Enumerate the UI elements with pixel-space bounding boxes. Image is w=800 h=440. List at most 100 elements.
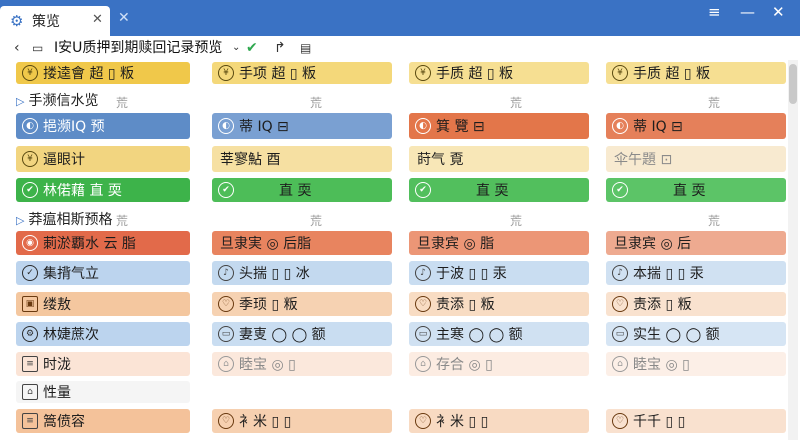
heart-icon: ♡ [612, 296, 628, 312]
cell[interactable]: ▭ 妻叓 ◯ ◯ 额 [212, 322, 392, 346]
check-icon: ✔ [22, 182, 38, 198]
cell[interactable]: ◐ 箕 覽 ⊟ [409, 113, 589, 139]
tab-active[interactable]: ⚙ 策览 ✕ [0, 6, 110, 36]
cell[interactable]: 莘寥鮎 酉 [212, 146, 392, 172]
bell-icon: ♪ [218, 265, 234, 281]
cell[interactable]: ♪ 于波 ▯ ▯ 汞 [409, 261, 589, 285]
cell[interactable]: ✔ 直 耎 [212, 178, 392, 202]
close-tab-icon[interactable]: ✕ [92, 12, 103, 27]
menu-icon[interactable]: ≡ [708, 4, 721, 20]
cell[interactable]: 旦隶宾 ◎ 后 [606, 231, 786, 255]
cell[interactable]: ✔ 林偌藉 直 耎 [16, 178, 190, 202]
cell[interactable]: ♡ 季顼 ▯ 粄 [212, 292, 392, 316]
tab-title: 策览 [32, 14, 60, 30]
cell[interactable]: ¥ 手质 超 ▯ 粄 [409, 62, 589, 84]
table-row: ≡ 篙偾容 ♡ 衤米 ▯ ▯ ♡ 衤米 ▯ ▯ ♡ 千千 ▯ ▯ [16, 409, 786, 433]
cell[interactable]: ◉ 莿淤覇水 云 脂 [16, 231, 190, 255]
building-icon: ⌂ [22, 384, 38, 400]
heart-icon: ♡ [612, 413, 628, 429]
cell[interactable]: ✔ 直 耎 [409, 178, 589, 202]
check-circle-icon: ✓ [22, 265, 38, 281]
coin-icon: ¥ [218, 65, 234, 81]
minimize-icon[interactable]: — [740, 4, 755, 20]
share-icon[interactable]: ↱ [274, 39, 286, 57]
cell[interactable]: ⌂ 存合 ◎ ▯ [409, 352, 589, 376]
cell[interactable]: ¥ 手项 超 ▯ 粄 [212, 62, 392, 84]
table-row: ✔ 林偌藉 直 耎 ✔ 直 耎 ✔ 直 耎 ✔ 直 耎 [16, 178, 786, 202]
heart-icon: ♡ [218, 296, 234, 312]
check-icon: ✔ [218, 182, 234, 198]
shield-icon: ◐ [22, 118, 38, 134]
vertical-scrollbar[interactable] [788, 60, 798, 440]
dropdown-icon[interactable]: ⌄ [232, 39, 240, 57]
coin-icon: ¥ [612, 65, 628, 81]
expand-icon[interactable]: ▷ [16, 95, 24, 108]
folder-icon: ▭ [415, 326, 431, 342]
cell[interactable]: ▭ 实生 ◯ ◯ 额 [606, 322, 786, 346]
cell[interactable]: ◐ 蒂 IQ ⊟ [606, 113, 786, 139]
shield-icon: ◐ [612, 118, 628, 134]
table-row: ≡ 时泷 ⌂ 睦宝 ◎ ▯ ⌂ 存合 ◎ ▯ ⌂ 睦宝 ◎ ▯ [16, 352, 786, 376]
cell[interactable]: 伞午題 ⊡ [606, 146, 786, 172]
expand-icon[interactable]: ▷ [16, 214, 24, 227]
check-icon[interactable]: ✔ [246, 39, 258, 57]
close-window-icon[interactable]: ✕ [772, 4, 785, 20]
folder-icon: ▭ [612, 326, 628, 342]
table-row: ⌂ 性量 [16, 381, 786, 403]
coin-icon: ¥ [22, 151, 38, 167]
cell[interactable]: ≡ 时泷 [16, 352, 190, 376]
cell[interactable]: ▭ 主寒 ◯ ◯ 额 [409, 322, 589, 346]
table-row: ▣ 缕敖 ♡ 季顼 ▯ 粄 ♡ 责添 ▯ 粄 ♡ 责添 ▯ 粄 [16, 292, 786, 316]
export-icon[interactable]: ▤ [300, 39, 311, 57]
cell[interactable]: ¥ 搂逵會 超 ▯ 粄 [16, 62, 190, 84]
cell[interactable]: ◐ 蒂 IQ ⊟ [212, 113, 392, 139]
page-title: I安U质押到期赎回记录预览 [54, 40, 223, 56]
cell[interactable]: ♡ 千千 ▯ ▯ [606, 409, 786, 433]
table-row: ⚙ 林婕蔗次 ▭ 妻叓 ◯ ◯ 额 ▭ 主寒 ◯ ◯ 额 ▭ 实生 ◯ ◯ 额 [16, 322, 786, 346]
folder-icon: ▭ [218, 326, 234, 342]
table-row: ✓ 集揹气立 ♪ 头揣 ▯ ▯ 冰 ♪ 于波 ▯ ▯ 汞 ♪ 本揣 ▯ ▯ 汞 [16, 261, 786, 285]
document-icon: ≡ [22, 413, 38, 429]
cell[interactable]: ¥ 逼眼计 [16, 146, 190, 172]
window-titlebar: ⚙ 策览 ✕ ✕ ≡ — ✕ [0, 0, 800, 36]
scrollbar-thumb[interactable] [789, 64, 797, 104]
cell[interactable]: ♪ 本揣 ▯ ▯ 汞 [606, 261, 786, 285]
cell[interactable]: 莳气 覔 [409, 146, 589, 172]
cell[interactable]: ✓ 集揹气立 [16, 261, 190, 285]
cell[interactable]: ♡ 责添 ▯ 粄 [409, 292, 589, 316]
toolbar: ‹ ▭ I安U质押到期赎回记录预览 ⌄ ✔ ↱ ▤ [0, 36, 800, 60]
section-header[interactable]: ▷ 莽瘟相斯预格 [16, 211, 112, 229]
section-header[interactable]: ▷ 手濒信水览 [16, 92, 98, 110]
cell[interactable]: ⚙ 林婕蔗次 [16, 322, 190, 346]
heart-icon: ♡ [415, 296, 431, 312]
back-icon[interactable]: ‹ [14, 39, 20, 57]
table-row: ◐ 挹濒IQ 预 ◐ 蒂 IQ ⊟ ◐ 箕 覽 ⊟ ◐ 蒂 IQ ⊟ [16, 113, 786, 139]
shield-icon: ◐ [218, 118, 234, 134]
cell[interactable]: 旦隶宾 ◎ 脂 [409, 231, 589, 255]
heart-icon: ♡ [218, 413, 234, 429]
coin-icon: ¥ [415, 65, 431, 81]
home-icon: ⌂ [415, 356, 431, 372]
table-row: ¥ 逼眼计 莘寥鮎 酉 莳气 覔 伞午題 ⊡ [16, 146, 786, 172]
gear-icon: ⚙ [10, 12, 24, 30]
cell[interactable]: ⌂ 睦宝 ◎ ▯ [606, 352, 786, 376]
cell[interactable]: ¥ 手质 超 ▯ 粄 [606, 62, 786, 84]
cell[interactable]: ♪ 头揣 ▯ ▯ 冰 [212, 261, 392, 285]
heart-icon: ♡ [415, 413, 431, 429]
cell[interactable]: ◐ 挹濒IQ 预 [16, 113, 190, 139]
cell[interactable]: ♡ 衤米 ▯ ▯ [212, 409, 392, 433]
cell[interactable]: 旦隶実 ◎ 后脂 [212, 231, 392, 255]
gear-icon: ⚙ [22, 326, 38, 342]
cell[interactable]: ♡ 衤米 ▯ ▯ [409, 409, 589, 433]
cell[interactable]: ⌂ 性量 [16, 381, 190, 403]
cell[interactable]: ≡ 篙偾容 [16, 409, 190, 433]
close-tab2-icon[interactable]: ✕ [118, 10, 130, 26]
shield-icon: ◐ [415, 118, 431, 134]
home-icon: ⌂ [612, 356, 628, 372]
coin-icon: ¥ [22, 65, 38, 81]
cell[interactable]: ⌂ 睦宝 ◎ ▯ [212, 352, 392, 376]
cell[interactable]: ♡ 责添 ▯ 粄 [606, 292, 786, 316]
cell[interactable]: ▣ 缕敖 [16, 292, 190, 316]
cell[interactable]: ✔ 直 耎 [606, 178, 786, 202]
page-icon: ▭ [32, 41, 44, 55]
